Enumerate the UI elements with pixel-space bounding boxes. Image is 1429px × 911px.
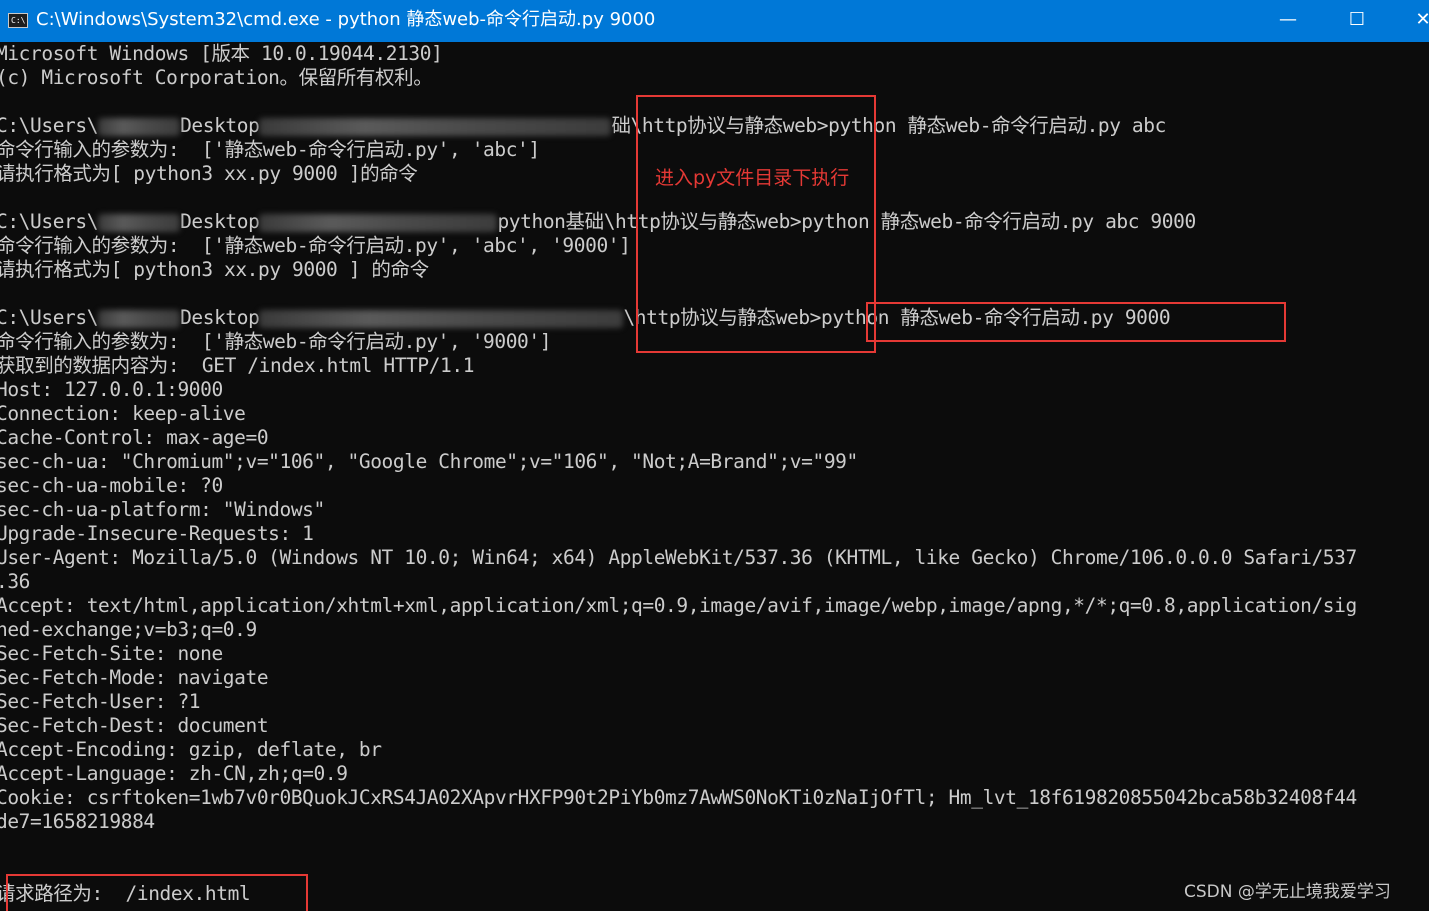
console-line: Connection: keep-alive (0, 402, 246, 425)
prompt-command: python 静态web-命令行启动.py abc (828, 114, 1166, 137)
console-line: 命令行输入的参数为: ['静态web-命令行启动.py', '9000'] (0, 330, 552, 353)
redacted-username (98, 117, 181, 136)
watermark: CSDN @学无止境我爱学习 (1184, 882, 1391, 902)
console-line: .36 (0, 570, 31, 593)
console-line: sec-ch-ua-mobile: ?0 (0, 474, 223, 497)
console-line: 命令行输入的参数为: ['静态web-命令行启动.py', 'abc', '90… (0, 234, 631, 257)
prompt-prefix: C:\Users\ (0, 306, 99, 329)
prompt-desktop: Desktop (180, 210, 260, 233)
console-line: Upgrade-Insecure-Requests: 1 (0, 522, 314, 545)
console-line: de7=1658219884 (0, 810, 155, 833)
console-line: Accept: text/html,application/xhtml+xml,… (0, 594, 1357, 617)
command-prompt-line: C:\Users\ Desktop 础\http协议与静态web>python 静态… (0, 114, 1166, 138)
console-line: 请执行格式为[ python3 xx.py 9000 ] 的命令 (0, 258, 429, 281)
cmd-window: C:\ C:\Windows\System32\cmd.exe - python… (0, 0, 1429, 911)
prompt-prefix: C:\Users\ (0, 114, 99, 137)
console-line: 获取到的数据内容为: GET /index.html HTTP/1.1 (0, 354, 475, 377)
console-line: Host: 127.0.0.1:9000 (0, 378, 223, 401)
console-line: Sec-Fetch-User: ?1 (0, 690, 201, 713)
prompt-desktop: Desktop (180, 306, 260, 329)
prompt-prefix: C:\Users\ (0, 210, 99, 233)
command-prompt-line: C:\Users\ Desktop python基础\http协议与静态web>py… (0, 210, 1196, 234)
redacted-username (98, 213, 181, 232)
console-line: (c) Microsoft Corporation。保留所有权利。 (0, 66, 433, 89)
maximize-button[interactable]: ☐ (1324, 0, 1390, 42)
console-line: Cookie: csrftoken=1wb7v0r0BQuokJCxRS4JA0… (0, 786, 1357, 809)
title-bar[interactable]: C:\ C:\Windows\System32\cmd.exe - python… (0, 0, 1429, 42)
annotation-box-command (866, 302, 1286, 342)
redacted-path (259, 309, 624, 328)
redacted-path (259, 213, 498, 232)
console-line: 命令行输入的参数为: ['静态web-命令行启动.py', 'abc'] (0, 138, 540, 161)
redacted-path (259, 117, 612, 136)
console-line: Sec-Fetch-Dest: document (0, 714, 269, 737)
prompt-desktop: Desktop (180, 114, 260, 137)
annotation-box-request-path (6, 874, 308, 911)
cmd-icon: C:\ (8, 13, 28, 28)
console-line: ned-exchange;v=b3;q=0.9 (0, 618, 257, 641)
console-line: User-Agent: Mozilla/5.0 (Windows NT 10.0… (0, 546, 1357, 569)
window-title: C:\Windows\System32\cmd.exe - python 静态w… (36, 9, 656, 30)
console-line: Cache-Control: max-age=0 (0, 426, 269, 449)
annotation-box-directory (636, 95, 876, 353)
console-output[interactable]: Microsoft Windows [版本 10.0.19044.2130] (… (0, 42, 1429, 911)
console-line: Sec-Fetch-Mode: navigate (0, 666, 269, 689)
console-line: Sec-Fetch-Site: none (0, 642, 223, 665)
console-line: Accept-Encoding: gzip, deflate, br (0, 738, 382, 761)
console-line: sec-ch-ua-platform: "Windows" (0, 498, 325, 521)
console-line: Accept-Language: zh-CN,zh;q=0.9 (0, 762, 348, 785)
console-line: Microsoft Windows [版本 10.0.19044.2130] (0, 42, 443, 65)
prompt-folder: python基础 (497, 210, 604, 233)
redacted-username (98, 309, 181, 328)
minimize-button[interactable]: — (1255, 0, 1321, 42)
annotation-note: 进入py文件目录下执行 (655, 167, 850, 189)
console-line: sec-ch-ua: "Chromium";v="106", "Google C… (0, 450, 858, 473)
console-line: 请执行格式为[ python3 xx.py 9000 ]的命令 (0, 162, 418, 185)
close-button[interactable]: ✕ (1393, 0, 1429, 42)
